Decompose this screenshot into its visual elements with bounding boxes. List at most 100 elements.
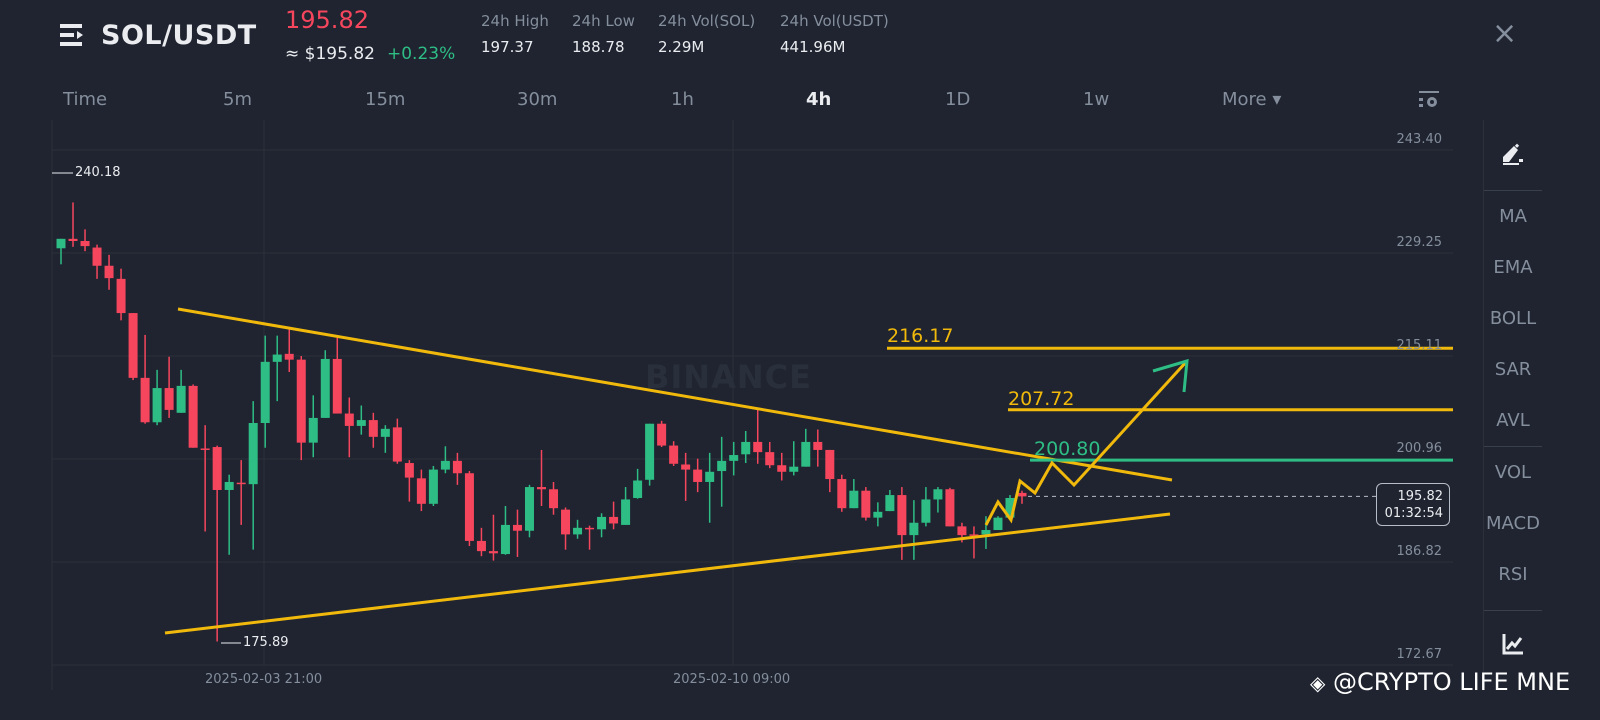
- indicator-sar[interactable]: SAR: [1484, 359, 1542, 380]
- candle: [537, 449, 546, 506]
- candle-body: [801, 441, 811, 467]
- candle: [777, 452, 787, 481]
- candle-body: [176, 385, 186, 413]
- candle-body: [981, 530, 991, 535]
- candle: [765, 441, 775, 469]
- indicator-rsi[interactable]: RSI: [1484, 564, 1542, 585]
- divider: [1484, 190, 1542, 191]
- candle: [440, 446, 450, 474]
- candle-body: [957, 526, 967, 536]
- candle-body: [621, 499, 631, 525]
- candle: [308, 395, 318, 458]
- candle-body: [128, 313, 138, 378]
- close-icon[interactable]: ×: [1492, 16, 1517, 51]
- candle-body: [404, 463, 414, 478]
- candle-body: [993, 517, 1003, 531]
- candle-body: [200, 448, 210, 450]
- divider: [1484, 446, 1542, 447]
- candle: [813, 429, 823, 467]
- candle-body: [80, 241, 90, 247]
- candle: [368, 412, 378, 448]
- candles: [56, 202, 1027, 642]
- candle-body: [140, 377, 150, 423]
- candle: [272, 335, 282, 402]
- candle-body: [212, 447, 222, 490]
- y-tick-label: 186.82: [1396, 544, 1443, 559]
- candle: [609, 501, 619, 530]
- candle-body: [705, 471, 715, 482]
- candle: [176, 369, 186, 413]
- candle: [68, 202, 78, 247]
- candle: [741, 431, 751, 464]
- candle: [152, 369, 162, 426]
- line-chart-icon: [1502, 634, 1523, 655]
- candle-body: [524, 487, 534, 531]
- candle-body: [861, 490, 871, 518]
- draw-tool-button[interactable]: [1484, 142, 1542, 170]
- candle: [549, 481, 559, 515]
- indicator-sidebar: MA EMA BOLL SAR AVL VOL MACD RSI: [1483, 120, 1600, 690]
- candle: [464, 471, 474, 547]
- candle: [416, 469, 426, 512]
- chart-type-button[interactable]: [1484, 632, 1542, 660]
- candle-body: [813, 441, 823, 450]
- candle-body: [825, 449, 835, 480]
- indicator-vol[interactable]: VOL: [1484, 462, 1542, 483]
- y-tick-label: 172.67: [1396, 647, 1443, 662]
- candle: [825, 449, 835, 493]
- candle: [524, 484, 534, 538]
- candle: [585, 525, 595, 550]
- candle-body: [561, 509, 571, 535]
- candle-body: [549, 489, 559, 509]
- candle: [380, 425, 390, 453]
- indicator-macd[interactable]: MACD: [1484, 513, 1542, 534]
- candle-body: [597, 516, 607, 530]
- candle: [296, 356, 306, 461]
- candle-body: [717, 460, 727, 472]
- candle-body: [765, 452, 775, 466]
- binance-watermark: BINANCE: [645, 358, 812, 396]
- candle-body: [356, 420, 366, 426]
- candle: [873, 502, 883, 527]
- indicator-ema[interactable]: EMA: [1484, 257, 1542, 278]
- candle-body: [380, 428, 390, 437]
- candle-body: [657, 423, 667, 446]
- indicator-boll[interactable]: BOLL: [1484, 308, 1542, 329]
- candle-body: [368, 420, 378, 437]
- candle: [909, 500, 919, 560]
- divider: [1484, 610, 1542, 611]
- candle: [404, 460, 414, 502]
- candle-body: [753, 441, 763, 453]
- candle-body: [68, 238, 78, 241]
- candle: [140, 334, 150, 424]
- indicator-avl[interactable]: AVL: [1484, 410, 1542, 431]
- candle-body: [873, 511, 883, 518]
- candle: [969, 526, 979, 559]
- candle: [801, 428, 811, 467]
- candle: [789, 441, 799, 476]
- candle: [921, 487, 931, 527]
- candle-body: [248, 423, 258, 485]
- candle-body: [921, 499, 931, 523]
- candle: [753, 407, 763, 464]
- candle-body: [56, 238, 66, 249]
- level-label-216: 216.17: [887, 325, 954, 347]
- candle-body: [537, 487, 546, 490]
- y-tick-label: 229.25: [1396, 235, 1443, 250]
- candle-body: [729, 455, 739, 461]
- candle: [993, 516, 1003, 531]
- candle: [200, 425, 210, 532]
- candle-body: [428, 469, 438, 504]
- candle: [705, 452, 715, 523]
- candle-body: [440, 460, 450, 470]
- x-tick-label: 2025-02-10 09:00: [673, 672, 791, 687]
- candle: [476, 527, 486, 557]
- max-price-marker: 240.18: [75, 165, 121, 180]
- candle-body: [116, 278, 126, 314]
- candle-body: [633, 480, 643, 498]
- candle-body: [188, 385, 198, 448]
- indicator-ma[interactable]: MA: [1484, 206, 1542, 227]
- candle: [561, 507, 571, 550]
- candle: [452, 452, 462, 485]
- candle-countdown: 01:32:54: [1384, 506, 1443, 521]
